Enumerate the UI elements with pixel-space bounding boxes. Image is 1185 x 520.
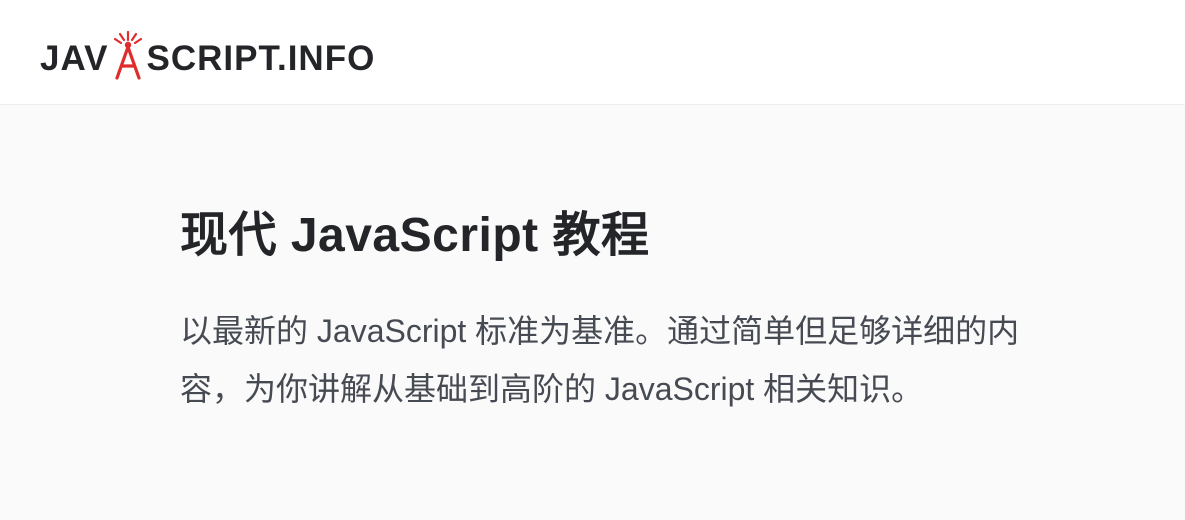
- logo-text-prefix: JAV: [40, 41, 109, 76]
- page-title: 现代 JavaScript 教程: [180, 195, 1020, 265]
- tower-a-icon: [111, 30, 145, 80]
- logo-text-suffix: SCRIPT.INFO: [147, 41, 376, 76]
- page-description: 以最新的 JavaScript 标准为基准。通过简单但足够详细的内容，为你讲解从…: [180, 303, 1020, 418]
- main-content: 现代 JavaScript 教程 以最新的 JavaScript 标准为基准。通…: [0, 105, 1020, 418]
- header: JAV SCRIPT.INFO: [0, 0, 1185, 105]
- site-logo[interactable]: JAV SCRIPT.INFO: [40, 20, 1145, 76]
